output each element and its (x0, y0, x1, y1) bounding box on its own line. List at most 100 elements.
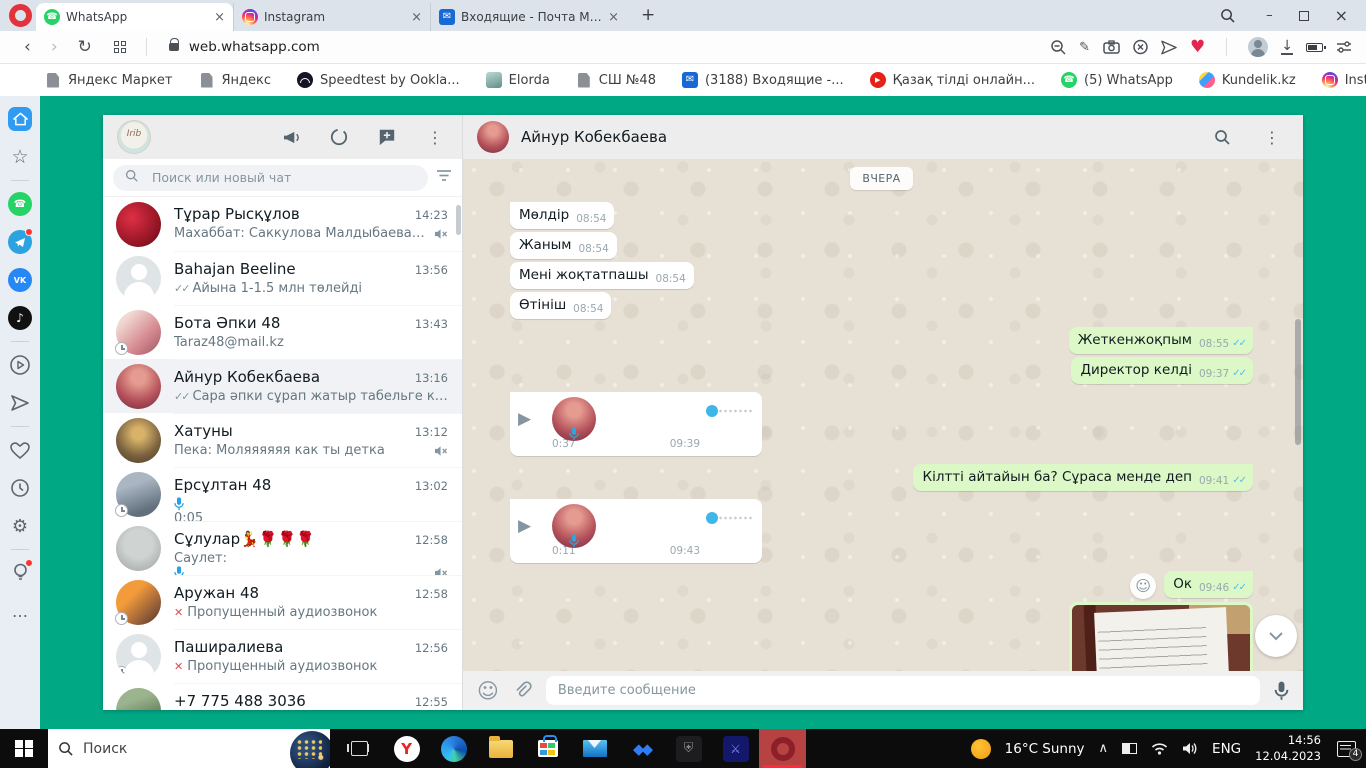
conversation-search-icon[interactable] (1209, 129, 1235, 145)
taskbar-app-edge-browser[interactable] (430, 729, 477, 768)
message[interactable]: ▶ 0:11 09:43 (510, 499, 762, 563)
volume-icon[interactable] (1182, 742, 1198, 755)
tab-close-icon[interactable]: × (214, 10, 225, 25)
browser-tab[interactable]: Instagram × (233, 3, 430, 31)
conversation-avatar[interactable] (477, 121, 509, 153)
communities-megaphone-icon[interactable] (278, 130, 304, 145)
battery-saver-icon[interactable] (1306, 42, 1326, 52)
lock-icon[interactable] (168, 38, 180, 51)
bookmark-item[interactable]: ☎ (5) WhatsApp (1061, 72, 1173, 88)
chat-list-item[interactable]: Хатуны 13:12 Пека: Моляяяяяя как ты детка (103, 413, 462, 467)
sidebar-item-player[interactable] (6, 351, 34, 379)
sidebar-item-vk[interactable]: VK (6, 266, 34, 294)
profile-avatar-icon[interactable] (1248, 37, 1269, 57)
speed-dial-icon[interactable] (113, 41, 126, 53)
wifi-icon[interactable] (1151, 742, 1168, 755)
sidebar-item-easy-setup-bulb[interactable] (6, 559, 34, 587)
taskbar-app-yandex-browser[interactable]: Y (383, 729, 430, 768)
taskbar-app-microsoft-store[interactable] (524, 729, 571, 768)
sidebar-item-settings-gear[interactable]: ⚙ (6, 512, 34, 540)
tray-chevron-up-icon[interactable]: ∧ (1099, 741, 1109, 756)
sidebar-item-telegram[interactable] (6, 228, 34, 256)
share-send-icon[interactable] (1161, 40, 1177, 55)
weather-sun-icon[interactable] (970, 738, 991, 759)
bing-globe-image[interactable] (286, 729, 330, 768)
bookmark-item[interactable]: Kundelik.kz (1198, 72, 1296, 88)
weather-text[interactable]: 16°C Sunny (1005, 741, 1085, 757)
sidebar-item-favorites-heart[interactable] (6, 436, 34, 464)
chat-list-item[interactable]: Паширалиева 12:56 ✕ Пропущенный аудиозвонок (103, 629, 462, 683)
tabstrip-search-icon[interactable] (1214, 8, 1240, 23)
message[interactable]: Кілтті айтайын ба? Сұраса менде деп 09:41… (913, 464, 1253, 491)
voice-record-mic-icon[interactable] (1274, 681, 1289, 701)
close-window-button[interactable]: × (1335, 6, 1348, 25)
favorite-heart-icon[interactable]: ♥ (1190, 37, 1205, 57)
message[interactable] (1069, 602, 1253, 671)
chat-list-item[interactable]: Bahajan Beeline 13:56 ✓✓ Айына 1-1.5 млн тө… (103, 251, 462, 305)
chat-list-item[interactable]: Айнур Кобекбаева 13:16 ✓✓ Сара әпки сұрап ж… (103, 359, 462, 413)
chat-list-item[interactable]: Сұлулар💃🌹🌹🌹 12:58 Саулет: 0:03 (103, 521, 462, 575)
message[interactable]: Жеткенжоқпым 08:55 ✓✓ (1068, 327, 1253, 354)
tab-close-icon[interactable]: × (608, 10, 619, 25)
menu-dots-icon[interactable]: ⋮ (422, 128, 448, 147)
downloads-icon[interactable]: ↓ (1281, 39, 1293, 55)
sidebar-item-tiktok[interactable]: ♪ (6, 304, 34, 332)
chat-list-item[interactable]: +7 775 488 3036 12:55 (103, 683, 462, 710)
voice-waveform[interactable] (706, 512, 752, 524)
bookmark-item[interactable]: Instagram (1321, 72, 1366, 88)
scroll-to-bottom-button[interactable] (1255, 615, 1297, 657)
chat-list-item[interactable]: Аружан 48 12:58 ✕ Пропущенный аудиозвонок (103, 575, 462, 629)
browser-tab[interactable]: ✉ Входящие - Почта Mail.ru × (430, 3, 627, 31)
bookmark-item[interactable]: СШ №48 (576, 72, 656, 88)
language-indicator[interactable]: ENG (1212, 741, 1241, 757)
bookmark-item[interactable]: ▶ Қазақ тілді онлайн... (869, 72, 1035, 88)
message[interactable]: ▶ 0:37 09:39 (510, 392, 762, 456)
sidebar-item-more-dots[interactable]: … (6, 597, 34, 625)
minimize-window-button[interactable]: – (1266, 8, 1273, 23)
sidebar-item-bookmarks-star[interactable]: ☆ (6, 143, 34, 171)
voice-slider-dot[interactable] (706, 512, 718, 524)
restore-window-button[interactable] (1298, 10, 1309, 21)
back-button[interactable]: ‹ (24, 37, 31, 57)
conversation-menu-icon[interactable]: ⋮ (1259, 128, 1285, 147)
sidebar-item-my-flow[interactable] (6, 389, 34, 417)
react-emoji-button[interactable]: ☺ (1130, 573, 1157, 599)
search-input-wrap[interactable] (113, 164, 428, 191)
message[interactable]: Ок 09:46 ✓✓ ☺ (1130, 571, 1253, 599)
taskbar-app-task-view[interactable] (336, 729, 383, 768)
taskbar-app-dropbox[interactable]: ◆◆ (618, 729, 665, 768)
chat-list-item[interactable]: Бота Әпки 48 13:43 Taraz48@mail.kz (103, 305, 462, 359)
conversation-header[interactable]: Айнур Кобекбаева ⋮ (463, 115, 1303, 159)
sidebar-item-home[interactable] (6, 105, 34, 133)
adblock-shield-icon[interactable] (1133, 39, 1148, 55)
attach-paperclip-icon[interactable] (513, 681, 532, 700)
sidebar-item-whatsapp[interactable]: ☎ (6, 190, 34, 218)
new-tab-button[interactable]: + (641, 5, 655, 25)
taskbar-clock[interactable]: 14:56 12.04.2023 (1255, 733, 1321, 764)
taskbar-app-game-wot[interactable]: ⛨ (665, 729, 712, 768)
taskbar-app-file-explorer[interactable] (477, 729, 524, 768)
tab-close-icon[interactable]: × (411, 10, 422, 25)
photo-attachment[interactable] (1072, 605, 1250, 671)
address-url[interactable]: web.whatsapp.com (189, 39, 320, 55)
taskbar-app-game-blue[interactable]: ⚔ (712, 729, 759, 768)
emoji-icon[interactable]: ☺ (477, 679, 499, 703)
zoom-page-icon[interactable] (1050, 39, 1066, 55)
message[interactable]: Жаным 08:54 (510, 232, 617, 259)
browser-tab[interactable]: ☎ WhatsApp × (36, 3, 233, 31)
notification-center-icon[interactable]: 4 (1337, 740, 1362, 761)
reload-button[interactable]: ↻ (78, 37, 92, 57)
taskbar-search-input[interactable] (83, 740, 233, 757)
chat-list-item[interactable]: Ерсұлтан 48 13:02 0:05 (103, 467, 462, 521)
bookmark-item[interactable]: Яндекс (199, 72, 271, 88)
message[interactable]: Мені жоқтатпашы 08:54 (510, 262, 694, 289)
message[interactable]: Директор келді 09:37 ✓✓ (1071, 357, 1253, 384)
taskbar-app-opera-browser[interactable] (759, 729, 806, 768)
search-input[interactable] (152, 170, 416, 185)
filter-icon[interactable] (436, 169, 452, 186)
message[interactable]: Өтініш 08:54 (510, 292, 612, 319)
status-icon[interactable] (326, 128, 352, 146)
sidebar-item-history-clock[interactable] (6, 474, 34, 502)
forward-button[interactable]: › (51, 37, 58, 57)
message-input[interactable] (545, 676, 1260, 705)
